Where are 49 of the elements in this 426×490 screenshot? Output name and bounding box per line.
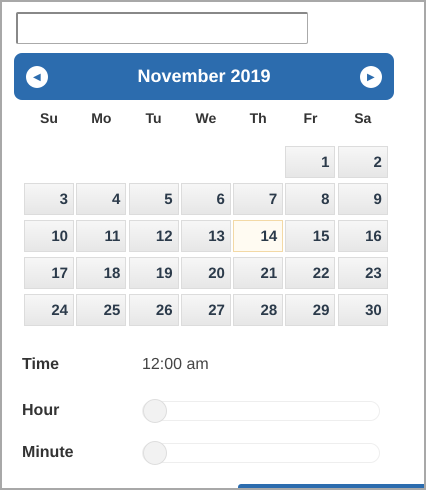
- day-cell[interactable]: 2: [338, 146, 388, 178]
- day-cell[interactable]: 12: [128, 220, 179, 252]
- slider-thumb[interactable]: [143, 399, 167, 423]
- weekday-label: We: [194, 109, 218, 128]
- day-cell[interactable]: 7: [233, 183, 284, 215]
- date-input-field[interactable]: [16, 12, 308, 44]
- day-cell[interactable]: 20: [180, 257, 231, 289]
- time-value: 12:00 am: [142, 356, 209, 374]
- day-cell[interactable]: 24: [24, 294, 74, 326]
- month-title: November 2019: [137, 66, 271, 87]
- time-label: Time: [22, 356, 60, 374]
- weekday-label: Mo: [90, 109, 112, 128]
- weekday-label: Th: [248, 109, 268, 128]
- day-cell[interactable]: 8: [285, 183, 336, 215]
- day-cell[interactable]: 9: [338, 183, 388, 215]
- weekday-label: Sa: [353, 109, 372, 128]
- day-cell[interactable]: 25: [76, 294, 126, 326]
- day-cell[interactable]: 17: [24, 257, 74, 289]
- day-cell[interactable]: 14: [233, 220, 284, 252]
- slider-track[interactable]: [142, 443, 380, 463]
- slider-thumb[interactable]: [143, 441, 167, 465]
- weekday-label: Su: [39, 109, 59, 128]
- day-cell[interactable]: 29: [285, 294, 336, 326]
- day-cell[interactable]: 4: [76, 183, 126, 215]
- day-cell[interactable]: 6: [180, 183, 231, 215]
- day-cell[interactable]: 28: [233, 294, 284, 326]
- day-cell[interactable]: 13: [180, 220, 231, 252]
- day-cell[interactable]: 16: [338, 220, 388, 252]
- day-cell[interactable]: 1: [285, 146, 336, 178]
- day-cell[interactable]: 21: [233, 257, 284, 289]
- day-cell[interactable]: 19: [128, 257, 179, 289]
- day-cell[interactable]: 5: [128, 183, 179, 215]
- day-cell[interactable]: 22: [285, 257, 336, 289]
- previous-month-button[interactable]: ◀: [26, 66, 48, 88]
- day-cell[interactable]: 3: [24, 183, 74, 215]
- weekday-label: Fr: [302, 109, 318, 128]
- day-cell[interactable]: 23: [338, 257, 388, 289]
- day-cell[interactable]: 26: [128, 294, 179, 326]
- slider-track[interactable]: [142, 401, 380, 421]
- day-cell[interactable]: 10: [24, 220, 74, 252]
- next-month-button[interactable]: ▶: [360, 66, 382, 88]
- slider-label: Minute: [22, 444, 75, 462]
- day-cell[interactable]: 27: [180, 294, 231, 326]
- weekday-label: Tu: [144, 109, 163, 128]
- day-cell[interactable]: 15: [285, 220, 336, 252]
- day-cell[interactable]: 30: [338, 294, 388, 326]
- day-cell[interactable]: 18: [76, 257, 126, 289]
- day-cell[interactable]: 11: [76, 220, 126, 252]
- slider-label: Hour: [22, 402, 60, 420]
